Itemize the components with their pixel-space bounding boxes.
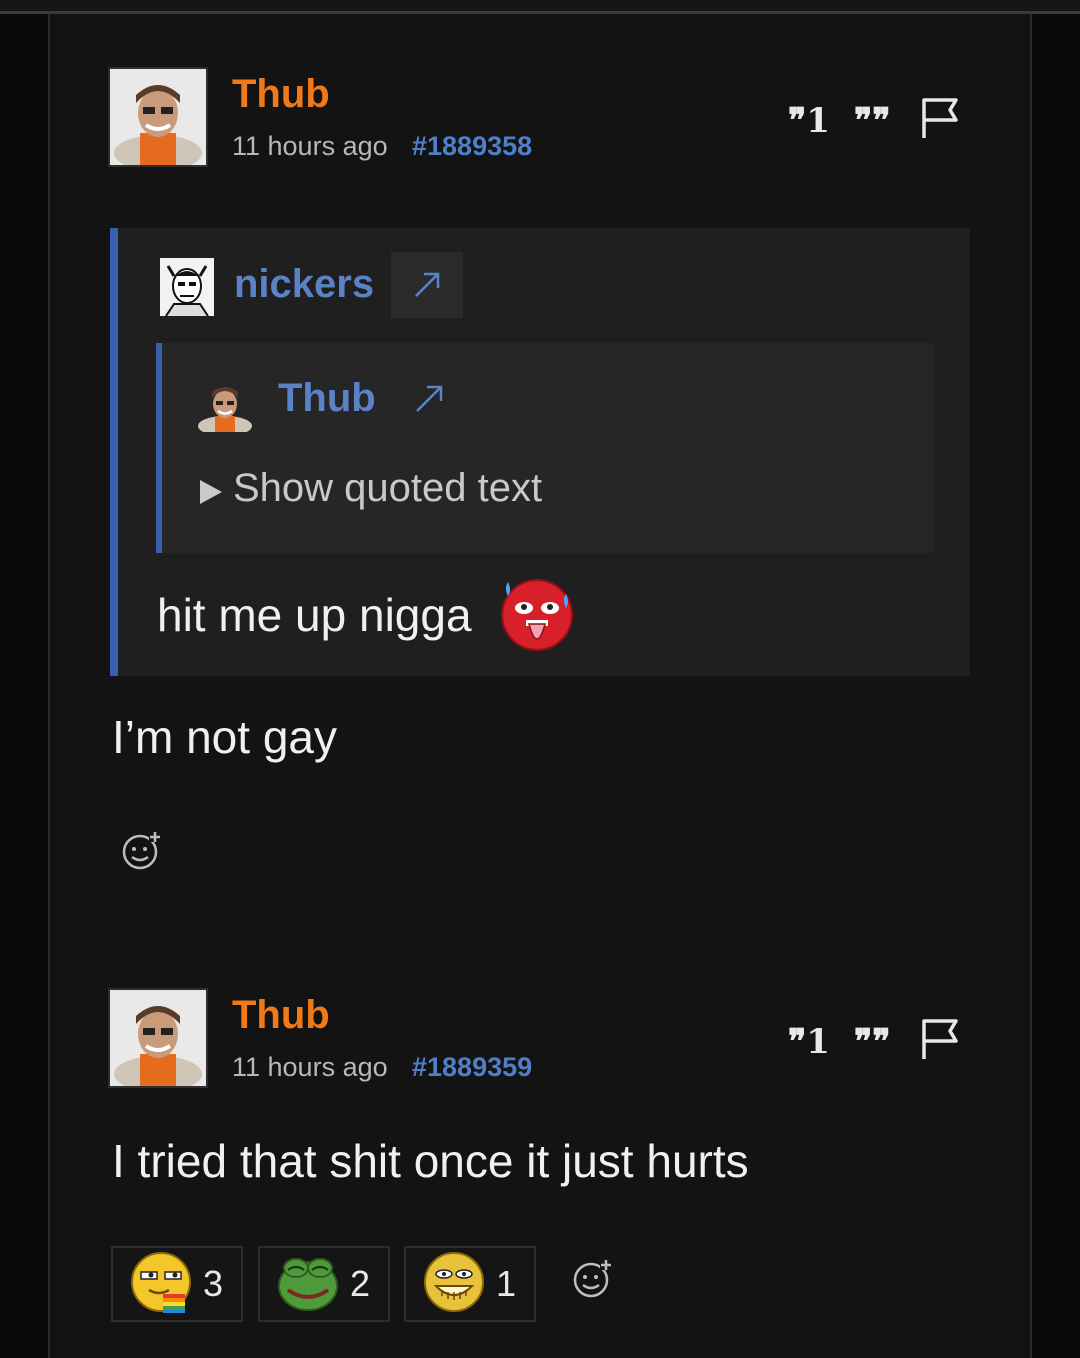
nested-quote-block (156, 343, 934, 553)
reaction-count: 3 (203, 1263, 224, 1304)
svg-text:❞❞: ❞❞ (854, 101, 891, 140)
top-bar (0, 0, 1080, 14)
add-reaction-icon[interactable] (571, 1258, 613, 1305)
gay-face-emoji-icon (129, 1250, 193, 1319)
troll-face-emoji-icon (422, 1250, 486, 1319)
expand-triangle-icon[interactable] (198, 478, 224, 511)
svg-text:❞1: ❞1 (788, 101, 830, 140)
svg-text:❞1: ❞1 (788, 1022, 830, 1061)
post-time: 11 hours ago (232, 1052, 388, 1082)
nested-quote-author[interactable]: Thub (278, 376, 376, 421)
reaction-button[interactable]: 2 (258, 1246, 390, 1322)
post-body: I tried that shit once it just hurts (112, 1135, 749, 1187)
reaction-count: 2 (350, 1263, 371, 1304)
report-flag-icon[interactable] (918, 1017, 962, 1061)
reaction-button[interactable]: 3 (111, 1246, 243, 1322)
username[interactable]: Thub (232, 993, 330, 1038)
background-right (1032, 14, 1080, 1358)
pepe-frog-emoji-icon (276, 1250, 340, 1319)
reply-quote-icon[interactable]: ❞1 (786, 1017, 830, 1061)
quote-author-avatar[interactable] (160, 258, 214, 316)
quote-text: hit me up nigga (157, 589, 472, 641)
background-left (0, 14, 48, 1358)
post-actions: ❞1 ❞❞ (786, 1017, 962, 1061)
username[interactable]: Thub (232, 72, 330, 117)
ahegao-emoji-icon (500, 578, 574, 657)
external-link-icon[interactable] (412, 382, 446, 421)
svg-text:❞❞: ❞❞ (854, 1022, 891, 1061)
show-quoted-text-toggle[interactable]: Show quoted text (233, 466, 542, 511)
multi-quote-icon[interactable]: ❞❞ (852, 96, 896, 140)
user-avatar[interactable] (108, 988, 208, 1088)
report-flag-icon[interactable] (918, 96, 962, 140)
multi-quote-icon[interactable]: ❞❞ (852, 1017, 896, 1061)
quote-author-name[interactable]: nickers (234, 262, 374, 307)
reply-quote-icon[interactable]: ❞1 (786, 96, 830, 140)
external-link-icon[interactable] (391, 252, 463, 318)
add-reaction-icon[interactable] (120, 830, 162, 877)
post-time: 11 hours ago (232, 131, 388, 161)
post-id-link[interactable]: #1889359 (412, 1052, 532, 1083)
reaction-button[interactable]: 1 (404, 1246, 536, 1322)
post-actions: ❞1 ❞❞ (786, 96, 962, 140)
user-avatar[interactable] (108, 67, 208, 167)
nested-quote-avatar[interactable] (196, 380, 254, 432)
post-body: I’m not gay (112, 711, 337, 763)
reaction-count: 1 (496, 1263, 517, 1304)
post-id-link[interactable]: #1889358 (412, 131, 532, 162)
